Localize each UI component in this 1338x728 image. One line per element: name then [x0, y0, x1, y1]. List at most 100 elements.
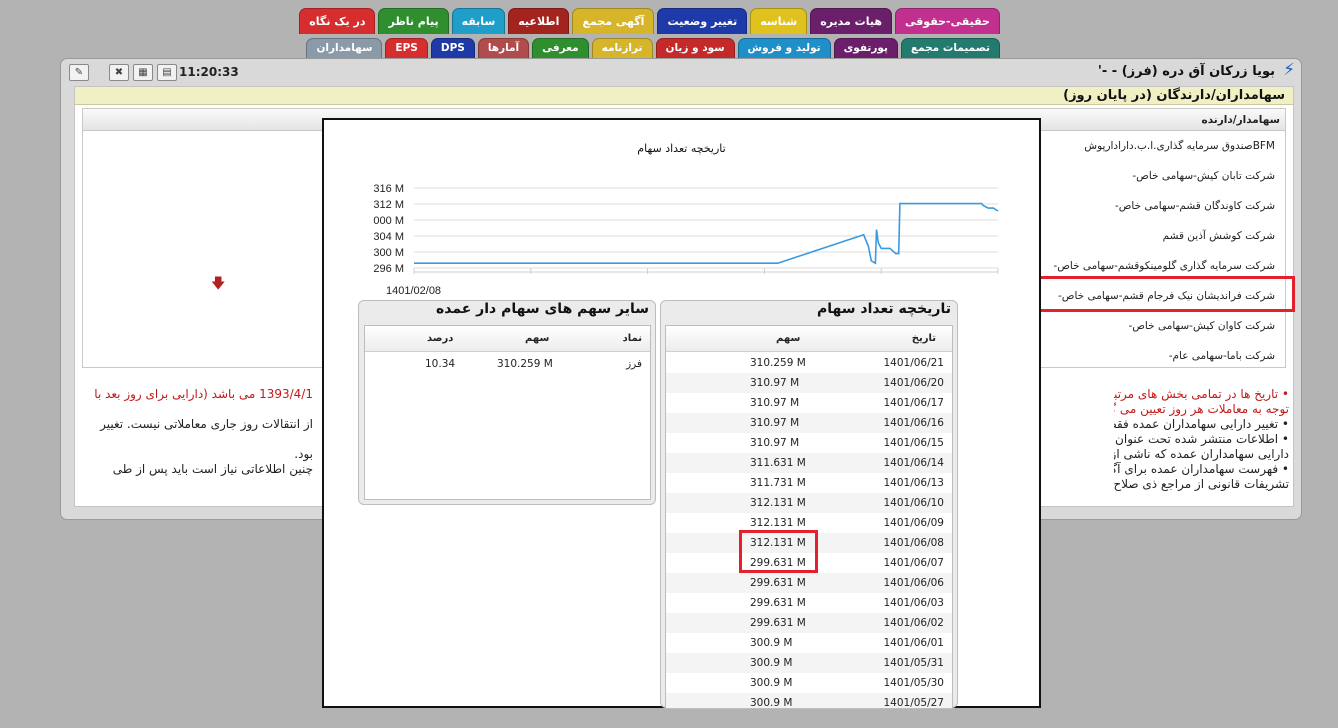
- clock: 11:20:33: [179, 65, 239, 79]
- shares-cell: 300.9 M: [750, 637, 793, 649]
- top-tabs-row-1: در یک نگاه پیام ناظر سابقه اطلاعیه آگهی مجمع…: [299, 8, 1000, 34]
- shareholder-row[interactable]: شرکت کاوان کیش-سهامی خاص-: [1128, 320, 1275, 332]
- percent-column-header: درصد: [427, 333, 454, 344]
- history-grid: تاریخ سهم 1401/06/21 310.259 M 1401/06/20 3…: [665, 325, 953, 709]
- history-grid-header: تاریخ سهم: [666, 326, 952, 352]
- notes-left: 1393/4/1 می باشد (دارایی برای روز بعد با…: [93, 387, 313, 507]
- shares-cell: 311.631 M: [750, 457, 806, 469]
- tab-r1-7[interactable]: هیات مدیره: [810, 8, 892, 34]
- tab-r2-9[interactable]: تصمیمات مجمع: [900, 38, 1000, 58]
- edit-icon[interactable]: ✎: [69, 64, 89, 81]
- tab-r2-5[interactable]: ترازنامه: [591, 38, 653, 58]
- shareholder-row[interactable]: شرکت تابان کیش-سهامی خاص-: [1132, 170, 1275, 182]
- note-line: • فهرست سهامداران عمده برای آگاهی و: [1114, 462, 1289, 476]
- changed-values-highlight: [739, 530, 818, 573]
- date-cell: 1401/06/13: [883, 477, 944, 489]
- tab-r2-0[interactable]: سهامداران: [306, 38, 383, 58]
- tab-r2-2[interactable]: DPS: [430, 38, 475, 58]
- shares-cell: 310.97 M: [750, 437, 800, 449]
- table-row[interactable]: 1401/06/03 299.631 M: [666, 593, 952, 613]
- tab-r1-4[interactable]: آگهی مجمع: [572, 8, 655, 34]
- table-row[interactable]: 1401/06/06 299.631 M: [666, 573, 952, 593]
- down-arrow-icon: 🡇: [211, 276, 226, 292]
- table-row[interactable]: 1401/06/01 300.9 M: [666, 633, 952, 653]
- section-title: سهامداران/دارندگان (در پایان روز): [75, 87, 1293, 105]
- note-line: [93, 402, 313, 417]
- shareholder-row[interactable]: شرکت باما-سهامی عام-: [1169, 350, 1275, 362]
- symbol-column-header: نماد: [622, 333, 642, 344]
- tab-r2-6[interactable]: سود و زیان: [655, 38, 735, 58]
- tab-r1-5[interactable]: تغییر وضعیت: [657, 8, 748, 34]
- bar-chart-icon[interactable]: ▤: [157, 64, 177, 81]
- table-row[interactable]: 1401/05/30 300.9 M: [666, 673, 952, 693]
- tab-r2-3[interactable]: آمارها: [477, 38, 530, 58]
- network-icon[interactable]: ✖: [109, 64, 129, 81]
- note-line: • تغییر دارایی سهامداران عمده فقط ناشی: [1114, 417, 1289, 431]
- note-line: توجه به معاملات هر روز تعیین می گردد: [1114, 402, 1289, 416]
- table-row[interactable]: 1401/06/21 310.259 M: [666, 353, 952, 373]
- table-row[interactable]: 1401/06/14 311.631 M: [666, 453, 952, 473]
- date-cell: 1401/06/02: [883, 617, 944, 629]
- date-cell: 1401/06/09: [883, 517, 944, 529]
- y-tick-label: 312 M: [373, 199, 404, 211]
- table-row[interactable]: 1401/05/27 300.9 M: [666, 693, 952, 708]
- table-row[interactable]: 1401/06/15 310.97 M: [666, 433, 952, 453]
- shares-cell: 310.97 M: [750, 417, 800, 429]
- tab-r2-7[interactable]: تولید و فروش: [737, 38, 831, 58]
- tab-r2-4[interactable]: معرفی: [532, 38, 589, 58]
- shares-column-header: سهم: [525, 333, 550, 344]
- shares-cell: 311.731 M: [750, 477, 806, 489]
- note-line: تشریفات قانونی از مراجع ذی صلاح (شـ: [1114, 477, 1289, 491]
- table-row[interactable]: 1401/06/17 310.97 M: [666, 393, 952, 413]
- date-cell: 1401/05/30: [883, 677, 944, 689]
- table-row[interactable]: 1401/06/10 312.131 M: [666, 493, 952, 513]
- shareholder-row[interactable]: شرکت کاوندگان قشم-سهامی خاص-: [1115, 200, 1275, 212]
- symbol-cell: فرز: [626, 358, 642, 370]
- tab-r1-2[interactable]: سابقه: [451, 8, 506, 34]
- note-line: از انتقالات روز جاری معاملاتی نیست. تغیی…: [100, 417, 313, 431]
- shareholder-column-header: سهامدار/دارنده: [1201, 114, 1280, 126]
- other-holdings-title: سایر سهم های سهام دار عمده: [435, 301, 649, 317]
- tab-r2-8[interactable]: پورتفوی: [833, 38, 898, 58]
- lightning-icon: ⚡: [1283, 60, 1295, 80]
- tab-r1-0[interactable]: در یک نگاه: [299, 8, 376, 34]
- shareholder-row[interactable]: BFMصندوق سرمایه گذاری.ا.ب.دارادارپوش: [1084, 140, 1275, 152]
- date-cell: 1401/06/10: [883, 497, 944, 509]
- y-tick-label: 304 M: [373, 231, 404, 243]
- tab-r1-3[interactable]: اطلاعیه: [508, 8, 570, 34]
- tab-r2-1[interactable]: EPS: [385, 38, 428, 58]
- table-row[interactable]: 1401/06/13 311.731 M: [666, 473, 952, 493]
- y-tick-label: 296 M: [373, 263, 404, 275]
- table-row[interactable]: 1401/06/16 310.97 M: [666, 413, 952, 433]
- note-line: 1393/4/1 می باشد (دارایی برای روز بعد با: [94, 387, 313, 401]
- stock-title: بویا زرکان آق دره (فرز) - -': [1097, 64, 1275, 79]
- y-tick-label: 316 M: [373, 183, 404, 195]
- table-icon[interactable]: ▦: [133, 64, 153, 81]
- tab-r1-8[interactable]: حقیقی-حقوقی: [894, 8, 1000, 34]
- y-tick-label: 000 M: [373, 215, 404, 227]
- date-cell: 1401/06/01: [883, 637, 944, 649]
- top-tabs-row-2: سهامداران EPS DPS آمارها معرفی ترازنامه سود و …: [306, 38, 1000, 58]
- shares-cell: 299.631 M: [750, 577, 806, 589]
- shareholder-row[interactable]: شرکت کوشش آذین قشم: [1163, 230, 1275, 242]
- tab-r1-1[interactable]: پیام ناظر: [378, 8, 449, 34]
- table-row[interactable]: 1401/05/31 300.9 M: [666, 653, 952, 673]
- history-box-title: تاریخچه تعداد سهام: [816, 301, 951, 317]
- tab-r1-6[interactable]: شناسه: [750, 8, 808, 34]
- shares-cell: 312.131 M: [750, 517, 806, 529]
- panel-titlebar: ⚡ بویا زرکان آق دره (فرز) - -' 11:20:33 …: [61, 59, 1301, 85]
- history-box: تاریخچه تعداد سهام تاریخ سهم 1401/06/21 3…: [660, 300, 958, 709]
- shares-cell: 310.97 M: [750, 397, 800, 409]
- table-row[interactable]: 1401/06/20 310.97 M: [666, 373, 952, 393]
- shareholder-row[interactable]: شرکت سرمایه گذاری گلومینکوقشم-سهامی خاص-: [1053, 260, 1275, 272]
- date-cell: 1401/06/21: [883, 357, 944, 369]
- date-cell: 1401/06/08: [883, 537, 944, 549]
- table-row[interactable]: فرز 310.259 M 10.34: [365, 354, 650, 374]
- shares-cell: 310.259 M: [497, 358, 553, 370]
- date-cell: 1401/06/14: [883, 457, 944, 469]
- date-cell: 1401/06/07: [883, 557, 944, 569]
- selected-shareholder-highlight: [1028, 276, 1295, 312]
- table-row[interactable]: 1401/06/02 299.631 M: [666, 613, 952, 633]
- date-cell: 1401/06/03: [883, 597, 944, 609]
- date-cell: 1401/06/16: [883, 417, 944, 429]
